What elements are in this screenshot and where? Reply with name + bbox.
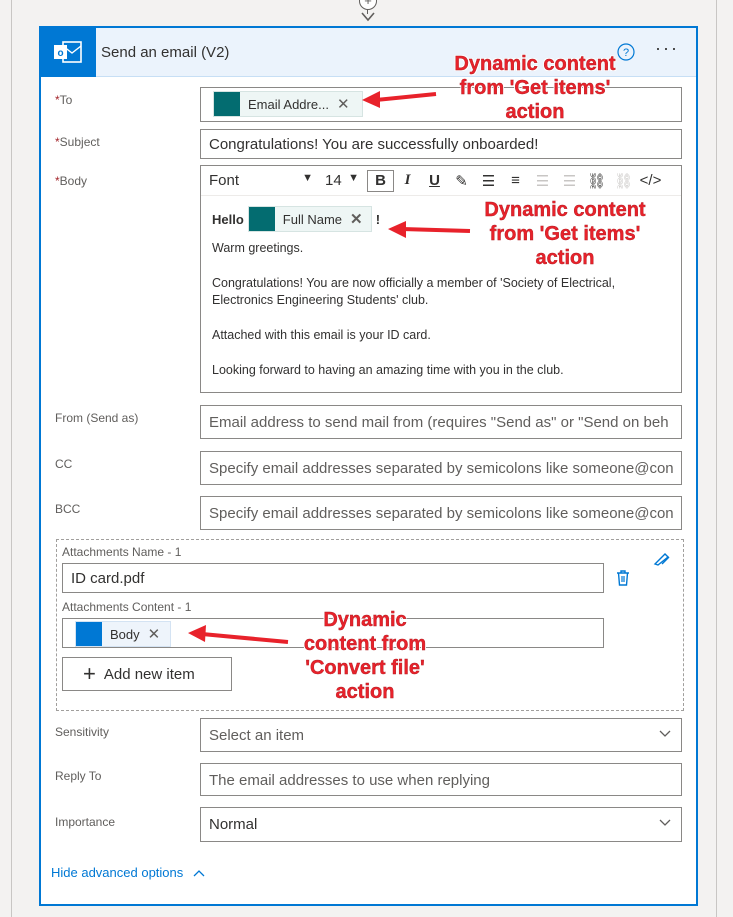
full-name-token[interactable]: Full Name ✕ xyxy=(247,206,372,232)
email-address-token[interactable]: Email Addre... ✕ xyxy=(213,91,363,117)
outlook-icon: o xyxy=(41,28,96,77)
canvas-right-line xyxy=(716,0,717,917)
callout-attachment: Dynamic content from 'Convert file' acti… xyxy=(303,609,427,703)
highlight-pen-icon[interactable]: ✎ xyxy=(448,172,475,190)
callout-body: Dynamic content from 'Get items' action xyxy=(484,199,646,269)
attachments-name-field[interactable]: ID card.pdf xyxy=(62,563,604,593)
bcc-field[interactable]: Specify email addresses separated by sem… xyxy=(200,496,682,530)
action-title: Send an email (V2) xyxy=(101,44,230,61)
arrow-down-icon xyxy=(361,12,375,22)
remove-token-icon[interactable]: ✕ xyxy=(148,625,167,643)
sharepoint-icon xyxy=(248,207,275,231)
italic-icon[interactable]: I xyxy=(394,172,421,189)
body-line: Attached with this email is your ID card… xyxy=(212,328,431,342)
sensitivity-label: Sensitivity xyxy=(55,725,110,739)
hide-advanced-options-link[interactable]: Hide advanced options xyxy=(51,865,205,880)
numbered-list-icon[interactable]: ≡ xyxy=(502,172,529,189)
reply-to-label: Reply To xyxy=(55,769,102,783)
bcc-label: BCC xyxy=(55,502,81,516)
more-options-icon[interactable]: ··· xyxy=(655,38,679,59)
from-field[interactable]: Email address to send mail from (require… xyxy=(200,405,682,439)
chevron-down-icon xyxy=(659,730,671,737)
body-line: Looking forward to having an amazing tim… xyxy=(212,363,564,377)
decrease-indent-icon[interactable]: ☰ xyxy=(529,172,556,190)
link-icon[interactable]: ⛓ xyxy=(583,172,610,190)
cc-field[interactable]: Specify email addresses separated by sem… xyxy=(200,451,682,485)
toggle-edit-mode-icon[interactable] xyxy=(653,552,671,566)
callout-to: Dynamic content from 'Get items' action xyxy=(454,53,616,123)
send-email-action-card: o Send an email (V2) ? ··· *To Email Add… xyxy=(39,26,698,906)
chevron-down-icon xyxy=(659,819,671,826)
chevron-up-icon xyxy=(193,869,205,876)
callout-arrow xyxy=(388,221,471,238)
cc-label: CC xyxy=(55,457,73,471)
importance-label: Importance xyxy=(55,815,116,829)
underline-icon[interactable]: U xyxy=(421,172,448,189)
importance-select[interactable]: Normal xyxy=(200,807,682,842)
rich-text-toolbar: Font ▼ 14 ▼ B I U ✎ ☰ ≡ ☰ ☰ ⛓ ⛓ </> xyxy=(201,166,681,196)
attachments-name-label: Attachments Name - 1 xyxy=(62,545,182,559)
body-token[interactable]: Body ✕ xyxy=(75,621,171,647)
plus-icon: + xyxy=(83,661,96,686)
add-new-item-button[interactable]: + Add new item xyxy=(62,657,232,691)
svg-text:o: o xyxy=(57,48,63,59)
callout-arrow xyxy=(362,91,437,108)
reply-to-field[interactable]: The email addresses to use when replying xyxy=(200,763,682,796)
body-label: *Body xyxy=(55,174,88,188)
to-label: *To xyxy=(55,93,73,107)
remove-token-icon[interactable]: ✕ xyxy=(350,210,369,228)
callout-arrow xyxy=(188,625,289,644)
font-select[interactable]: Font ▼ xyxy=(201,172,319,189)
body-line: Congratulations! You are now officially … xyxy=(212,276,616,307)
subject-label: *Subject xyxy=(55,135,100,149)
delete-icon[interactable] xyxy=(615,569,631,587)
font-size-select[interactable]: 14 ▼ xyxy=(319,172,363,189)
remove-token-icon[interactable]: ✕ xyxy=(337,95,356,113)
bulleted-list-icon[interactable]: ☰ xyxy=(475,172,502,190)
increase-indent-icon[interactable]: ☰ xyxy=(556,172,583,190)
bold-icon[interactable]: B xyxy=(367,169,394,192)
subject-field[interactable]: Congratulations! You are successfully on… xyxy=(200,129,682,159)
canvas-left-line xyxy=(11,0,12,917)
attachments-content-label: Attachments Content - 1 xyxy=(62,600,192,614)
insert-step-plus-icon[interactable]: + xyxy=(359,0,377,10)
sensitivity-select[interactable]: Select an item xyxy=(200,718,682,752)
sharepoint-icon xyxy=(214,92,240,116)
onedrive-icon xyxy=(76,622,102,646)
from-label: From (Send as) xyxy=(55,411,139,425)
unlink-icon[interactable]: ⛓ xyxy=(610,172,637,190)
greeting-line: Hello Full Name ✕ ! xyxy=(212,206,380,232)
code-view-icon[interactable]: </> xyxy=(637,172,664,189)
